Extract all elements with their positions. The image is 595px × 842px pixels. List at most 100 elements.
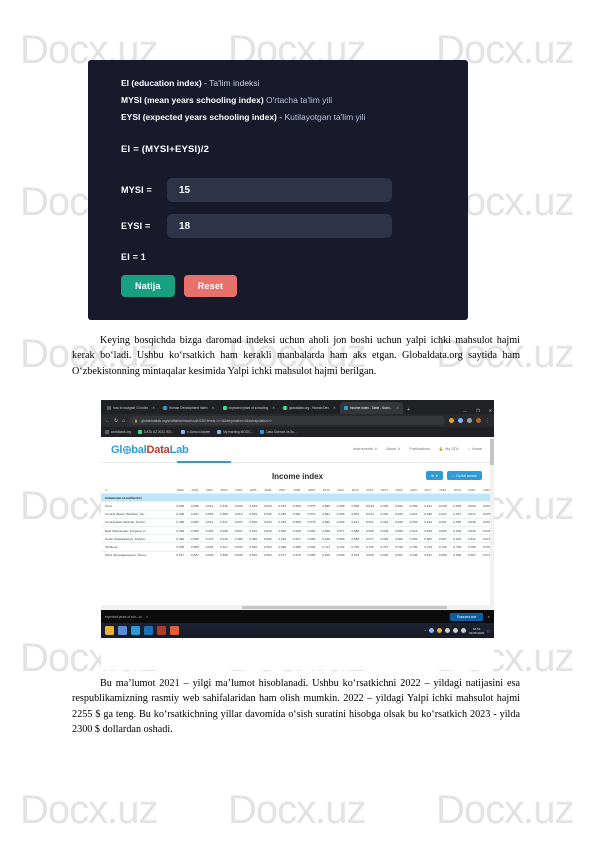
translate-icon[interactable] xyxy=(458,418,463,423)
browser-tab-active[interactable]: Income index - Table - Subn... ✕ xyxy=(339,402,404,414)
close-window-icon[interactable]: ✕ xyxy=(489,408,492,413)
table-cell: 0.784 xyxy=(409,544,418,549)
bookmark-item[interactable]: DATA UZ 2021 ISO... xyxy=(138,430,174,434)
table-head: ✕ 2000 2001 2002 2003 2004 2005 2006 200… xyxy=(101,486,494,494)
minimize-icon[interactable]: — xyxy=(463,408,467,413)
taskbar-icon-explorer[interactable] xyxy=(105,626,114,635)
nav-item-mygdl[interactable]: 🔒 My GDL xyxy=(439,446,459,452)
year-header: 2013 xyxy=(366,487,374,492)
address-bar[interactable]: 🔒 globaldatalab.org/shdi/table/msschool/… xyxy=(129,416,445,425)
table-row[interactable]: Tashkent 0.525 0.588 0.604 0.617 0.630 0.646 0.… xyxy=(101,542,494,551)
browser-tab[interactable]: Human Development Index ✕ xyxy=(159,402,219,414)
taskbar-icon-app[interactable] xyxy=(157,626,166,635)
taskbar-clock[interactable]: 16:54 23.05.2023 xyxy=(469,627,484,635)
globaldatalab-logo[interactable]: Gl bal Data Lab xyxy=(111,444,189,456)
browser-tab-strip: how to navigate GI index ✕ Human Develop… xyxy=(101,400,494,414)
browser-tab[interactable]: globaldata.org - Human Dev ✕ xyxy=(279,402,340,414)
tab-close-icon[interactable]: ✕ xyxy=(396,406,399,410)
tray-icon-lang[interactable] xyxy=(461,628,467,633)
table-cell: 0.635 xyxy=(380,553,389,558)
notification-center-icon[interactable]: ▢ xyxy=(487,629,490,633)
bookmark-item[interactable]: worldbank.org xyxy=(105,430,131,434)
taskbar-icon-telegram[interactable] xyxy=(131,626,140,635)
close-downloads-icon[interactable]: ✕ xyxy=(487,615,490,619)
tab-close-icon[interactable]: ✕ xyxy=(212,406,215,410)
taskbar-icon-word[interactable] xyxy=(144,626,153,635)
new-tab-icon[interactable]: + xyxy=(407,407,410,413)
nav-label: Instruments xyxy=(353,446,373,451)
year-header: 2000 xyxy=(176,487,184,492)
table-cell: 0.608 xyxy=(395,528,403,533)
table-cell: 0.400 xyxy=(176,512,185,517)
formula-text: EI = (MYSI+EYSI)/2 xyxy=(121,144,210,155)
extension-icon[interactable] xyxy=(449,418,454,423)
tab-close-icon[interactable]: ✕ xyxy=(152,406,155,410)
logo-obal: bal xyxy=(131,443,147,456)
nav-item-about[interactable]: About ∨ xyxy=(386,446,401,452)
system-tray: ^ 16:54 23.05.2023 ▢ xyxy=(425,627,490,635)
table-cell: 0.489 xyxy=(190,528,199,533)
chevron-down-icon: ∨ xyxy=(397,447,401,451)
table-cell: 0.502 xyxy=(263,536,272,541)
group-fill xyxy=(173,493,494,502)
tab-favicon-icon xyxy=(222,406,227,410)
nav-item-home[interactable]: ⌂ Home xyxy=(468,447,482,451)
tab-close-icon[interactable]: ✕ xyxy=(333,406,336,410)
bookmark-item[interactable]: e-School dapteri xyxy=(181,430,210,434)
browser-tab[interactable]: expected years of schooling ✕ xyxy=(219,402,279,414)
table-cell: 0.488 xyxy=(234,536,243,541)
tray-icon-update[interactable] xyxy=(437,628,443,633)
table-cell: 0.644 xyxy=(424,520,432,525)
tab-close-icon[interactable]: ✕ xyxy=(272,406,275,410)
reload-icon[interactable]: ↻ xyxy=(114,418,118,424)
chevron-up-icon[interactable]: ∧ xyxy=(146,615,148,619)
bookmark-item[interactable]: My learning MOOC... xyxy=(217,430,253,434)
year-header: 2010 xyxy=(322,487,330,492)
maximize-icon[interactable]: ❐ xyxy=(476,408,480,413)
eysi-input[interactable] xyxy=(167,214,392,238)
table-cell: 0.624 xyxy=(380,520,389,525)
vertical-scrollbar[interactable] xyxy=(490,437,494,605)
show-all-downloads-button[interactable]: Показать все xyxy=(449,612,484,621)
tray-icon-network[interactable] xyxy=(445,628,451,633)
reset-button[interactable]: Reset xyxy=(183,275,238,297)
download-item-label[interactable]: expected years of sch...cx xyxy=(105,615,142,619)
taskbar-icon-chrome[interactable] xyxy=(170,626,179,635)
mysi-input[interactable] xyxy=(167,178,392,202)
taskbar-icon-store[interactable] xyxy=(118,626,127,635)
scroll-thumb[interactable] xyxy=(490,439,494,465)
table-row[interactable]: West (Qoraqalpoqston, Khore... 0.517 0.522… xyxy=(101,551,494,559)
fullscreen-button[interactable]: ⛶ Go full screen xyxy=(446,471,482,480)
row-label: West (Qoraqalpoqston, Khore... xyxy=(105,553,149,558)
share-icon[interactable] xyxy=(467,418,472,423)
table-row[interactable]: Central-East (Djizzak, Syrdar... 0.499 0.5… xyxy=(101,518,494,526)
menu-kebab-icon[interactable]: ⋮ xyxy=(485,418,490,424)
table-cell: 0.643 xyxy=(438,512,447,517)
table-row[interactable]: East (Namangan, Fergana, A... 0.484 0.489 0… xyxy=(101,526,494,534)
table-cell: 0.611 xyxy=(351,520,359,525)
bookmark-item[interactable]: Data Science va Su... xyxy=(260,430,297,434)
table-cell: 0.613 xyxy=(365,512,374,517)
corner-cell[interactable]: ✕ xyxy=(101,486,173,494)
horizontal-scrollbar[interactable] xyxy=(101,605,494,610)
home-icon[interactable]: ⌂ xyxy=(122,418,125,424)
table-cell: 0.570 xyxy=(307,512,316,517)
settings-button[interactable]: ⚙ ▾ xyxy=(425,471,443,480)
table-cell: 0.662 xyxy=(467,503,476,508)
table-row[interactable]: Central (Navoi, Bukhara, Sa... 0.400 0.497… xyxy=(101,510,494,518)
table-cell: 0.468 xyxy=(190,536,199,541)
back-icon[interactable]: ← xyxy=(105,418,110,424)
natija-button[interactable]: Natija xyxy=(121,275,175,297)
nav-item-publications[interactable]: Publications xyxy=(409,447,429,451)
table-cell: 0.577 xyxy=(365,536,374,541)
tray-expand-icon[interactable]: ^ xyxy=(425,629,426,633)
tray-icon-volume[interactable] xyxy=(453,628,459,633)
tray-icon-onedrive[interactable] xyxy=(429,628,435,633)
nav-item-instruments[interactable]: Instruments ∨ xyxy=(353,446,377,452)
group-label: Uzbekistan (Asia/Pacific) xyxy=(101,493,173,502)
scroll-thumb-h[interactable] xyxy=(242,606,447,609)
browser-tab[interactable]: how to navigate GI index ✕ xyxy=(103,402,159,414)
profile-avatar[interactable] xyxy=(476,418,481,423)
table-row[interactable]: Total 0.500 0.508 0.511 0.516 0.528 0.534 0.540… xyxy=(101,501,494,510)
table-row[interactable]: South (Kashkadarya, Surkha... 0.462 0.468 0… xyxy=(101,534,494,543)
